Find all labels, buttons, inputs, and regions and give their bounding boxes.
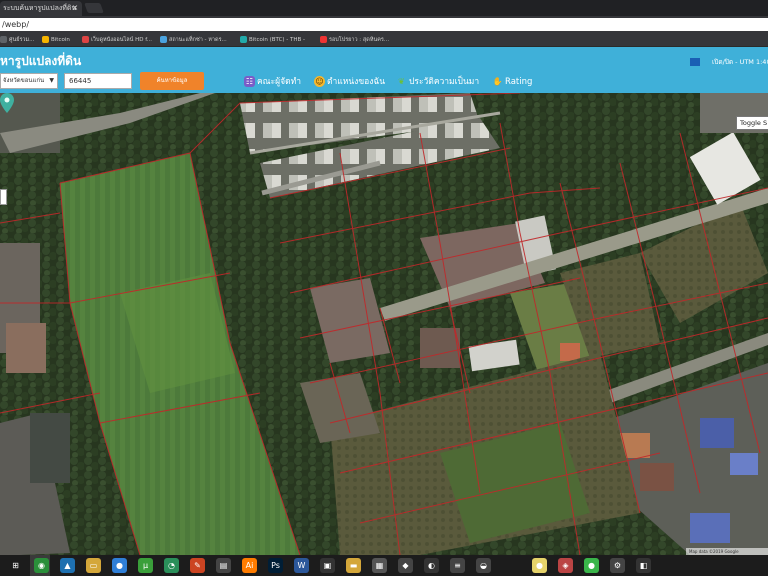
network-icon[interactable]: ◆ bbox=[398, 558, 413, 573]
media-icon[interactable]: ▤ bbox=[216, 558, 231, 573]
firefox-icon[interactable]: ● bbox=[112, 558, 127, 573]
photoshop-icon[interactable]: Ps bbox=[268, 558, 283, 573]
paint-icon[interactable]: ✎ bbox=[190, 558, 205, 573]
line-icon[interactable]: ● bbox=[584, 558, 599, 573]
location-marker-icon[interactable] bbox=[0, 93, 14, 113]
windows-icon[interactable]: ⊞ bbox=[8, 558, 23, 573]
province-select-value: จังหวัดขอนแก่น bbox=[3, 77, 45, 84]
rating-icon: ✋ bbox=[492, 77, 503, 86]
app-icon-a[interactable]: ◐ bbox=[424, 558, 439, 573]
app-icon-c[interactable]: ◒ bbox=[476, 558, 491, 573]
address-bar: /webp/ bbox=[0, 16, 768, 33]
close-icon[interactable]: × bbox=[70, 1, 80, 15]
menu-item-team[interactable]: ☷ คณะผู้จัดทำ bbox=[244, 75, 301, 89]
menu-item-rating[interactable]: ✋ Rating bbox=[492, 75, 533, 89]
history-icon: ❦ bbox=[398, 77, 405, 86]
bookmark-item[interactable]: เว็บดูหนังออนไลน์ HD f... bbox=[82, 33, 152, 47]
game-icon[interactable]: ◈ bbox=[558, 558, 573, 573]
search-button[interactable]: ค้นหาข้อมูล bbox=[140, 72, 204, 90]
toggle-tooltip: Toggle S bbox=[736, 116, 768, 130]
notes-icon[interactable]: ● bbox=[532, 558, 547, 573]
menu-item-history[interactable]: ❦ ประวัติความเป็นมา bbox=[396, 75, 479, 89]
utm-toggle[interactable]: เปิด/ปิด - UTM 1:4000 bbox=[690, 56, 768, 68]
utorrent-icon[interactable]: µ bbox=[138, 558, 153, 573]
app-icon-b[interactable]: ≡ bbox=[450, 558, 465, 573]
youtube-icon bbox=[320, 36, 327, 43]
calculator-icon[interactable]: ▦ bbox=[372, 558, 387, 573]
map-imagery bbox=[0, 93, 768, 555]
province-select[interactable]: จังหวัดขอนแก่น ▼ bbox=[0, 73, 58, 89]
illustrator-icon[interactable]: Ai bbox=[242, 558, 257, 573]
taskbar: ⊞ ◉ ▲ ▭ ● µ ◔ ✎ ▤ Ai Ps W ▣ ▬ ▦ ◆ ◐ ≡ ◒ ● ◈ ● ⚙ ◧ bbox=[0, 555, 768, 576]
terminal-icon[interactable]: ▣ bbox=[320, 558, 335, 573]
browser-tab-bar: ระบบค้นหารูปแปลงที่ดิน × bbox=[0, 0, 768, 16]
map-attribution: Map data ©2019 Google bbox=[686, 548, 768, 555]
mountain-app-icon[interactable]: ▲ bbox=[60, 558, 75, 573]
bookmarks-bar: ศูนย์รวม... Bitcoin เว็บดูหนังออนไลน์ HD… bbox=[0, 33, 768, 47]
team-icon: ☷ bbox=[244, 76, 255, 87]
bookmark-item[interactable]: สถานะแท็กซ่า - หาดร... bbox=[160, 33, 227, 47]
bookmark-icon bbox=[0, 36, 7, 43]
chevron-down-icon: ▼ bbox=[49, 77, 54, 84]
speedtest-icon[interactable]: ◔ bbox=[164, 558, 179, 573]
bookmark-item[interactable]: ศูนย์รวม... bbox=[0, 33, 34, 47]
bitcoin-icon bbox=[42, 36, 49, 43]
url-field[interactable]: /webp/ bbox=[0, 18, 768, 31]
chart-icon bbox=[240, 36, 247, 43]
app-header: หารูปแปลงที่ดิน จังหวัดขอนแก่น ▼ 66445 ค… bbox=[0, 47, 768, 93]
movie-icon bbox=[82, 36, 89, 43]
folder-icon[interactable]: ▬ bbox=[346, 558, 361, 573]
page-title: หารูปแปลงที่ดิน bbox=[0, 54, 82, 68]
new-tab-button[interactable] bbox=[84, 3, 104, 13]
bookmark-item[interactable]: Bitcoin bbox=[42, 33, 70, 47]
word-icon[interactable]: W bbox=[294, 558, 309, 573]
browser-tab-title: ระบบค้นหารูปแปลงที่ดิน bbox=[3, 4, 77, 12]
parcel-number-input[interactable]: 66445 bbox=[64, 73, 132, 89]
settings-icon[interactable]: ⚙ bbox=[610, 558, 625, 573]
utm-icon bbox=[690, 58, 700, 66]
map-side-toggle[interactable] bbox=[0, 189, 7, 205]
chrome-icon[interactable]: ◉ bbox=[34, 558, 49, 573]
taxi-icon bbox=[160, 36, 167, 43]
bookmark-item[interactable]: รอบโปรยาว : สุดหินคร... bbox=[320, 33, 389, 47]
menu-item-my-location[interactable]: ☺ ตำแหน่งของฉัน bbox=[314, 75, 385, 89]
store-icon[interactable]: ◧ bbox=[636, 558, 651, 573]
location-icon: ☺ bbox=[314, 76, 325, 87]
bookmark-item[interactable]: Bitcoin (BTC) - THB - bbox=[240, 33, 305, 47]
file-explorer-icon[interactable]: ▭ bbox=[86, 558, 101, 573]
satellite-map[interactable] bbox=[0, 93, 768, 555]
